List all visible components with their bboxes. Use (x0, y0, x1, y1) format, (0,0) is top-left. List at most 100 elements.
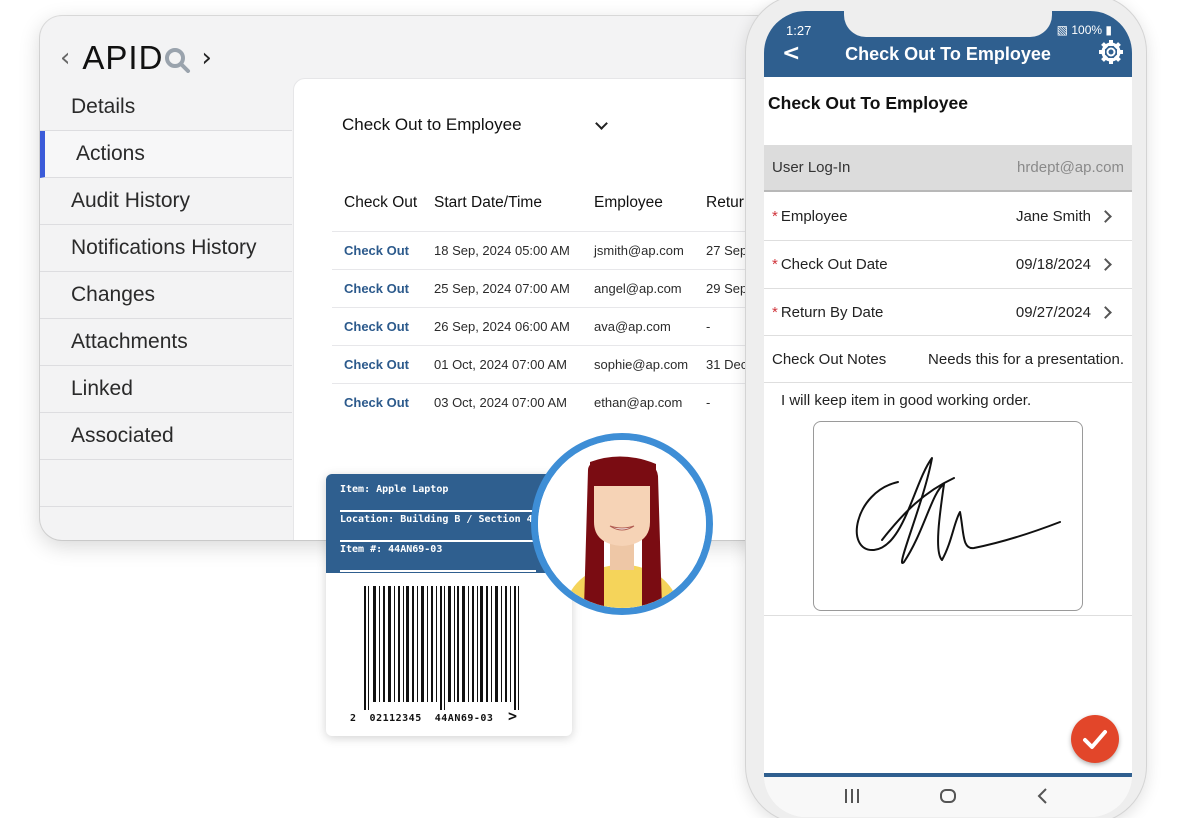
barcode-number: 2 02112345 44AN69-03 (350, 713, 494, 724)
employee-cell: ava@ap.com (582, 306, 694, 345)
user-login-row[interactable]: User Log-In hrdept@ap.com (764, 145, 1132, 192)
woman-avatar-icon (538, 440, 706, 608)
sidebar-item-label: Audit History (71, 189, 191, 212)
gear-icon[interactable] (1098, 39, 1124, 65)
employee-field[interactable]: * Employee Jane Smith (764, 192, 1132, 241)
chevron-left-icon[interactable]: ‹ (60, 45, 70, 71)
table-row: Check Out 25 Sep, 2024 07:00 AM angel@ap… (332, 268, 764, 307)
sidebar-item-label: Actions (76, 142, 145, 165)
user-login-value: hrdept@ap.com (1017, 159, 1124, 176)
sidebar: Details Actions Audit History Notificati… (40, 84, 292, 507)
table-header-row: Check Out Start Date/Time Employee Retur (332, 175, 764, 231)
sidebar-item-actions[interactable]: Actions (40, 131, 292, 178)
battery-icon: ▮ (1105, 23, 1112, 37)
employee-cell: jsmith@ap.com (582, 230, 694, 269)
field-label: Check Out Notes (772, 350, 887, 368)
barcode-arrow: > (507, 707, 518, 725)
back-nav-icon[interactable] (1036, 787, 1050, 807)
employee-cell: sophie@ap.com (582, 344, 694, 383)
field-label: Return By Date (780, 303, 884, 321)
start-datetime-cell: 03 Oct, 2024 07:00 AM (422, 382, 582, 421)
sidebar-item-label: Changes (71, 283, 156, 306)
checkout-date-field[interactable]: * Check Out Date 09/18/2024 (764, 241, 1132, 289)
return-date-field[interactable]: * Return By Date 09/27/2024 (764, 289, 1132, 336)
logo-text: APID (82, 39, 164, 76)
status-time: 1:27 (786, 23, 812, 38)
checkout-link[interactable]: Check Out (344, 243, 409, 258)
table-row: Check Out 26 Sep, 2024 06:00 AM ava@ap.c… (332, 306, 764, 345)
table-row: Check Out 03 Oct, 2024 07:00 AM ethan@ap… (332, 382, 764, 421)
barcode-icon (352, 584, 548, 712)
chevron-right-icon (1099, 209, 1112, 223)
sidebar-item-label: Linked (71, 377, 133, 400)
start-datetime-cell: 18 Sep, 2024 05:00 AM (422, 230, 582, 269)
chevron-right-icon[interactable]: › (201, 45, 211, 71)
sidebar-item-label: Attachments (71, 330, 188, 353)
phone-screen: 1:27 ▧ 100% ▮ < Check Out To Employee Ch… (764, 11, 1132, 817)
sidebar-item-associated[interactable]: Associated (40, 413, 292, 460)
required-marker: * (772, 207, 778, 225)
start-datetime-cell: 01 Oct, 2024 07:00 AM (422, 344, 582, 383)
brand-logo: APID (82, 39, 193, 77)
chevron-down-icon (595, 116, 608, 130)
form-title: Check Out To Employee (768, 93, 968, 113)
sidebar-item-label: Associated (71, 424, 174, 447)
phone-app-header: 1:27 ▧ 100% ▮ < Check Out To Employee (764, 11, 1132, 77)
sidebar-item-attachments[interactable]: Attachments (40, 319, 292, 366)
sidebar-item-label: Details (71, 95, 136, 118)
required-marker: * (772, 256, 778, 273)
checkout-link[interactable]: Check Out (344, 319, 409, 334)
phone-header-title: Check Out To Employee (845, 44, 1051, 64)
checkout-link[interactable]: Check Out (344, 395, 409, 410)
table-row: Check Out 01 Oct, 2024 07:00 AM sophie@a… (332, 344, 764, 383)
action-type-value: Check Out to Employee (342, 115, 522, 134)
asset-item-number: Item #: 44AN69-03 (340, 542, 536, 572)
employee-avatar (531, 433, 713, 615)
column-header[interactable]: Start Date/Time (422, 175, 582, 231)
sidebar-item-changes[interactable]: Changes (40, 272, 292, 319)
checkout-notes-field[interactable]: Check Out Notes Needs this for a present… (764, 336, 1132, 383)
submit-button[interactable] (1071, 715, 1119, 763)
action-type-select[interactable]: Check Out to Employee (342, 115, 610, 135)
divider (764, 615, 1132, 616)
home-icon[interactable] (939, 787, 957, 807)
sidebar-item-linked[interactable]: Linked (40, 366, 292, 413)
checkout-records-table: Check Out Start Date/Time Employee Retur… (332, 175, 764, 421)
mobile-phone: 1:27 ▧ 100% ▮ < Check Out To Employee Ch… (745, 0, 1147, 818)
agreement-text: I will keep item in good working order. (781, 392, 1032, 409)
recents-icon[interactable] (844, 787, 860, 807)
chevron-right-icon (1099, 258, 1112, 271)
checkout-link[interactable]: Check Out (344, 357, 409, 372)
checkout-link[interactable]: Check Out (344, 281, 409, 296)
field-label: Check Out Date (780, 256, 888, 273)
sidebar-item-label: Notifications History (71, 236, 257, 259)
android-nav-bar (764, 773, 1132, 817)
employee-cell: angel@ap.com (582, 268, 694, 307)
signature-pad[interactable] (813, 421, 1083, 611)
sidebar-item-audit-history[interactable]: Audit History (40, 178, 292, 225)
search-icon[interactable] (163, 43, 193, 73)
asset-item-name: Item: Apple Laptop (340, 482, 536, 512)
checkout-date-value: 09/18/2024 (1015, 256, 1091, 273)
battery-level: 100% (1071, 23, 1103, 37)
signal-icon: ▧ (1056, 23, 1068, 37)
field-label: User Log-In (772, 159, 851, 176)
employee-cell: ethan@ap.com (582, 382, 694, 421)
checkout-notes-value: Needs this for a presentation. (928, 350, 1124, 368)
return-date-value: 09/27/2024 (1015, 303, 1091, 321)
sidebar-item-details[interactable]: Details (40, 84, 292, 131)
phone-notch (844, 11, 1052, 37)
asset-location: Location: Building B / Section 4 (340, 512, 536, 542)
field-label: Employee (780, 207, 848, 225)
chevron-right-icon (1099, 305, 1112, 319)
title-bar: ‹ APID › (60, 38, 212, 78)
signature-icon (855, 457, 1061, 564)
required-marker: * (772, 303, 778, 321)
sidebar-item-notifications-history[interactable]: Notifications History (40, 225, 292, 272)
table-row: Check Out 18 Sep, 2024 05:00 AM jsmith@a… (332, 230, 764, 269)
column-header[interactable]: Check Out (332, 175, 422, 231)
employee-value: Jane Smith (1015, 207, 1091, 225)
column-header[interactable]: Employee (582, 175, 694, 231)
start-datetime-cell: 25 Sep, 2024 07:00 AM (422, 268, 582, 307)
checkmark-icon (1083, 730, 1107, 749)
